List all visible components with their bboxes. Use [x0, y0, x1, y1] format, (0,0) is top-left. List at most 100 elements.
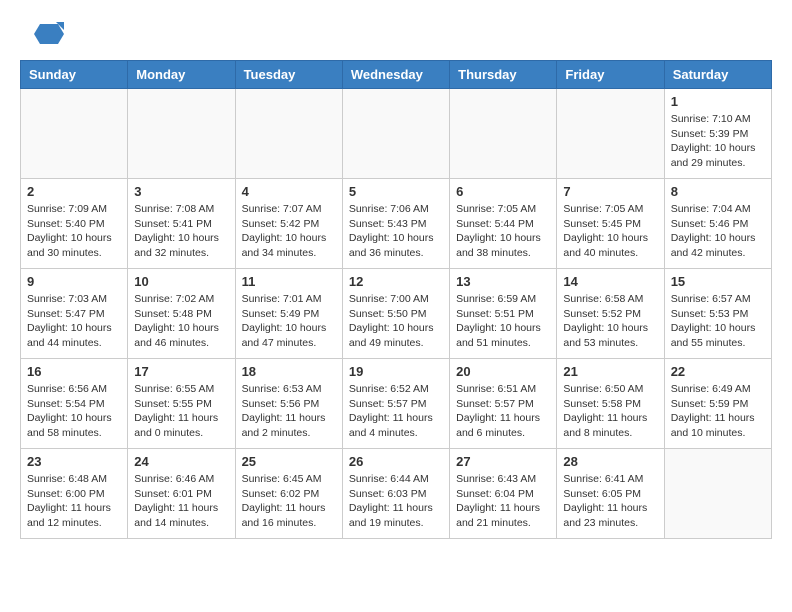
day-number: 27: [456, 454, 550, 469]
calendar-cell: 5 Sunrise: 7:06 AM Sunset: 5:43 PM Daylig…: [342, 179, 449, 269]
day-number: 8: [671, 184, 765, 199]
calendar-week-2: 2 Sunrise: 7:09 AM Sunset: 5:40 PM Daylig…: [21, 179, 772, 269]
calendar-cell: 13 Sunrise: 6:59 AM Sunset: 5:51 PM Dayli…: [450, 269, 557, 359]
calendar-weekday-tuesday: Tuesday: [235, 61, 342, 89]
calendar-cell: 8 Sunrise: 7:04 AM Sunset: 5:46 PM Daylig…: [664, 179, 771, 269]
day-info: Sunrise: 7:10 AM Sunset: 5:39 PM Dayligh…: [671, 112, 765, 171]
day-number: 16: [27, 364, 121, 379]
day-info: Sunrise: 6:52 AM Sunset: 5:57 PM Dayligh…: [349, 382, 443, 441]
calendar-cell: 20 Sunrise: 6:51 AM Sunset: 5:57 PM Dayli…: [450, 359, 557, 449]
calendar-cell: 22 Sunrise: 6:49 AM Sunset: 5:59 PM Dayli…: [664, 359, 771, 449]
day-number: 25: [242, 454, 336, 469]
logo-icon: [20, 20, 64, 50]
day-number: 19: [349, 364, 443, 379]
calendar-cell: 11 Sunrise: 7:01 AM Sunset: 5:49 PM Dayli…: [235, 269, 342, 359]
day-info: Sunrise: 6:51 AM Sunset: 5:57 PM Dayligh…: [456, 382, 550, 441]
calendar-cell: [128, 89, 235, 179]
calendar-cell: [450, 89, 557, 179]
day-number: 1: [671, 94, 765, 109]
day-info: Sunrise: 7:02 AM Sunset: 5:48 PM Dayligh…: [134, 292, 228, 351]
calendar-cell: 24 Sunrise: 6:46 AM Sunset: 6:01 PM Dayli…: [128, 449, 235, 539]
day-number: 22: [671, 364, 765, 379]
calendar-cell: 4 Sunrise: 7:07 AM Sunset: 5:42 PM Daylig…: [235, 179, 342, 269]
day-number: 10: [134, 274, 228, 289]
calendar-weekday-thursday: Thursday: [450, 61, 557, 89]
day-number: 11: [242, 274, 336, 289]
logo: [20, 20, 68, 50]
calendar-weekday-sunday: Sunday: [21, 61, 128, 89]
calendar-cell: 3 Sunrise: 7:08 AM Sunset: 5:41 PM Daylig…: [128, 179, 235, 269]
day-number: 26: [349, 454, 443, 469]
calendar-cell: 2 Sunrise: 7:09 AM Sunset: 5:40 PM Daylig…: [21, 179, 128, 269]
calendar-cell: 7 Sunrise: 7:05 AM Sunset: 5:45 PM Daylig…: [557, 179, 664, 269]
calendar-week-5: 23 Sunrise: 6:48 AM Sunset: 6:00 PM Dayli…: [21, 449, 772, 539]
calendar-cell: 1 Sunrise: 7:10 AM Sunset: 5:39 PM Daylig…: [664, 89, 771, 179]
day-info: Sunrise: 6:57 AM Sunset: 5:53 PM Dayligh…: [671, 292, 765, 351]
header: [20, 20, 772, 50]
calendar-cell: [557, 89, 664, 179]
day-number: 24: [134, 454, 228, 469]
day-number: 5: [349, 184, 443, 199]
calendar-weekday-friday: Friday: [557, 61, 664, 89]
day-number: 28: [563, 454, 657, 469]
calendar-cell: 17 Sunrise: 6:55 AM Sunset: 5:55 PM Dayli…: [128, 359, 235, 449]
calendar-cell: 28 Sunrise: 6:41 AM Sunset: 6:05 PM Dayli…: [557, 449, 664, 539]
day-info: Sunrise: 6:46 AM Sunset: 6:01 PM Dayligh…: [134, 472, 228, 531]
day-info: Sunrise: 6:48 AM Sunset: 6:00 PM Dayligh…: [27, 472, 121, 531]
day-number: 3: [134, 184, 228, 199]
day-number: 12: [349, 274, 443, 289]
day-number: 6: [456, 184, 550, 199]
calendar-week-4: 16 Sunrise: 6:56 AM Sunset: 5:54 PM Dayli…: [21, 359, 772, 449]
calendar-cell: [664, 449, 771, 539]
calendar-cell: 27 Sunrise: 6:43 AM Sunset: 6:04 PM Dayli…: [450, 449, 557, 539]
calendar-cell: [21, 89, 128, 179]
day-number: 13: [456, 274, 550, 289]
calendar-cell: 12Sunrise: 7:00 AM Sunset: 5:50 PM Dayli…: [342, 269, 449, 359]
calendar-cell: [235, 89, 342, 179]
day-number: 17: [134, 364, 228, 379]
calendar-cell: 10 Sunrise: 7:02 AM Sunset: 5:48 PM Dayli…: [128, 269, 235, 359]
calendar-weekday-monday: Monday: [128, 61, 235, 89]
day-info: Sunrise: 6:43 AM Sunset: 6:04 PM Dayligh…: [456, 472, 550, 531]
day-info: Sunrise: 7:08 AM Sunset: 5:41 PM Dayligh…: [134, 202, 228, 261]
day-number: 20: [456, 364, 550, 379]
day-info: Sunrise: 6:50 AM Sunset: 5:58 PM Dayligh…: [563, 382, 657, 441]
day-number: 14: [563, 274, 657, 289]
calendar-week-1: 1 Sunrise: 7:10 AM Sunset: 5:39 PM Daylig…: [21, 89, 772, 179]
day-info: Sunrise: 6:55 AM Sunset: 5:55 PM Dayligh…: [134, 382, 228, 441]
day-number: 23: [27, 454, 121, 469]
calendar-cell: 26Sunrise: 6:44 AM Sunset: 6:03 PM Dayli…: [342, 449, 449, 539]
day-number: 21: [563, 364, 657, 379]
calendar-cell: 21 Sunrise: 6:50 AM Sunset: 5:58 PM Dayli…: [557, 359, 664, 449]
day-info: Sunrise: 6:49 AM Sunset: 5:59 PM Dayligh…: [671, 382, 765, 441]
calendar-cell: 9Sunrise: 7:03 AM Sunset: 5:47 PM Daylig…: [21, 269, 128, 359]
day-info: Sunrise: 6:41 AM Sunset: 6:05 PM Dayligh…: [563, 472, 657, 531]
calendar-weekday-saturday: Saturday: [664, 61, 771, 89]
calendar-cell: 23 Sunrise: 6:48 AM Sunset: 6:00 PM Dayli…: [21, 449, 128, 539]
day-info: Sunrise: 7:09 AM Sunset: 5:40 PM Dayligh…: [27, 202, 121, 261]
calendar-cell: 14 Sunrise: 6:58 AM Sunset: 5:52 PM Dayli…: [557, 269, 664, 359]
day-info: Sunrise: 7:01 AM Sunset: 5:49 PM Dayligh…: [242, 292, 336, 351]
day-number: 15: [671, 274, 765, 289]
calendar-cell: [342, 89, 449, 179]
day-info: Sunrise: 6:56 AM Sunset: 5:54 PM Dayligh…: [27, 382, 121, 441]
calendar-cell: 25Sunrise: 6:45 AM Sunset: 6:02 PM Dayli…: [235, 449, 342, 539]
day-number: 7: [563, 184, 657, 199]
day-info: Sunrise: 7:05 AM Sunset: 5:45 PM Dayligh…: [563, 202, 657, 261]
calendar-table: SundayMondayTuesdayWednesdayThursdayFrid…: [20, 60, 772, 539]
calendar-cell: 6 Sunrise: 7:05 AM Sunset: 5:44 PM Daylig…: [450, 179, 557, 269]
day-info: Sunrise: 6:59 AM Sunset: 5:51 PM Dayligh…: [456, 292, 550, 351]
day-number: 9: [27, 274, 121, 289]
day-info: Sunrise: 7:04 AM Sunset: 5:46 PM Dayligh…: [671, 202, 765, 261]
day-info: Sunrise: 7:07 AM Sunset: 5:42 PM Dayligh…: [242, 202, 336, 261]
day-number: 2: [27, 184, 121, 199]
calendar-header-row: SundayMondayTuesdayWednesdayThursdayFrid…: [21, 61, 772, 89]
calendar-cell: 19 Sunrise: 6:52 AM Sunset: 5:57 PM Dayli…: [342, 359, 449, 449]
day-info: Sunrise: 6:53 AM Sunset: 5:56 PM Dayligh…: [242, 382, 336, 441]
calendar-cell: 15 Sunrise: 6:57 AM Sunset: 5:53 PM Dayli…: [664, 269, 771, 359]
day-info: Sunrise: 7:05 AM Sunset: 5:44 PM Dayligh…: [456, 202, 550, 261]
calendar-cell: 16 Sunrise: 6:56 AM Sunset: 5:54 PM Dayli…: [21, 359, 128, 449]
day-info: Sunrise: 7:06 AM Sunset: 5:43 PM Dayligh…: [349, 202, 443, 261]
day-info: Sunrise: 6:58 AM Sunset: 5:52 PM Dayligh…: [563, 292, 657, 351]
day-number: 4: [242, 184, 336, 199]
